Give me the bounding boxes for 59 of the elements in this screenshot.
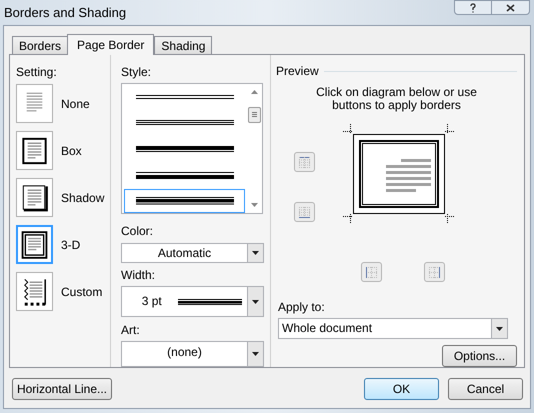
close-button[interactable] [492, 0, 530, 15]
right-border-button[interactable] [424, 262, 445, 282]
apply-to-label: Apply to: [278, 299, 326, 316]
options-button[interactable]: Options... [442, 345, 517, 367]
left-border-button[interactable] [361, 262, 382, 282]
line-sample-icon [136, 146, 234, 154]
top-border-icon [299, 156, 310, 168]
line-sample-icon [136, 197, 234, 206]
scroll-up-icon[interactable] [250, 90, 258, 94]
right-border-icon [429, 266, 440, 278]
preview-hint: Click on diagram below or use buttons to apply borders [315, 86, 478, 112]
apply-to-value: Whole document [281, 320, 374, 337]
setting-tile[interactable] [16, 225, 53, 264]
help-icon [470, 2, 476, 12]
art-value: (none) [166, 344, 203, 361]
setting-tile[interactable] [16, 272, 53, 311]
setting-option-label[interactable]: Box [61, 142, 82, 160]
setting-tile[interactable] [16, 84, 53, 123]
dropdown-arrow-icon [496, 326, 503, 330]
dropdown-arrow-icon [252, 352, 259, 356]
preview-label: Preview [276, 63, 319, 80]
art-dropdown[interactable]: (none) [121, 341, 264, 367]
tab[interactable]: Borders [12, 36, 68, 54]
tab[interactable]: Shading [154, 36, 212, 54]
setting-option-label[interactable]: 3-D [61, 236, 80, 254]
line-sample-icon [136, 172, 234, 180]
color-label: Color: [121, 223, 154, 240]
bottom-border-button[interactable] [294, 202, 315, 222]
setting-tile[interactable] [16, 131, 53, 170]
setting-option-label[interactable]: Shadow [61, 188, 104, 206]
close-icon [506, 4, 515, 12]
width-dropdown[interactable]: 3 pt [121, 286, 264, 317]
style-label: Style: [121, 64, 152, 81]
line-sample-icon [178, 298, 242, 304]
horizontal-line-button[interactable]: Horizontal Line... [12, 378, 112, 400]
scroll-thumb[interactable] [248, 106, 260, 122]
left-border-icon [366, 266, 377, 278]
line-style-option[interactable] [124, 189, 245, 213]
width-value: 3 pt [140, 293, 163, 310]
apply-to-dropdown[interactable]: Whole document [278, 318, 508, 339]
help-button[interactable] [454, 0, 492, 15]
window-title: Borders and Shading [4, 4, 126, 22]
setting-label: Setting: [16, 64, 58, 81]
setting-tile[interactable] [16, 178, 53, 217]
width-label: Width: [121, 267, 156, 284]
cancel-button[interactable]: Cancel [448, 378, 523, 400]
setting-option-label[interactable]: None [61, 94, 90, 112]
tab[interactable]: Page Border [67, 34, 154, 55]
color-dropdown[interactable]: Automatic [121, 243, 264, 263]
dropdown-arrow-icon [252, 251, 259, 255]
scroll-down-icon[interactable] [250, 203, 258, 207]
art-label: Art: [121, 322, 141, 339]
bottom-border-icon [299, 206, 310, 218]
page-preview-drawing[interactable] [343, 124, 455, 224]
setting-option-label[interactable]: Custom [61, 282, 102, 300]
ok-button[interactable]: OK [364, 378, 439, 400]
color-value: Automatic [156, 245, 212, 262]
dropdown-arrow-icon [252, 300, 260, 304]
style-list[interactable] [121, 83, 263, 214]
